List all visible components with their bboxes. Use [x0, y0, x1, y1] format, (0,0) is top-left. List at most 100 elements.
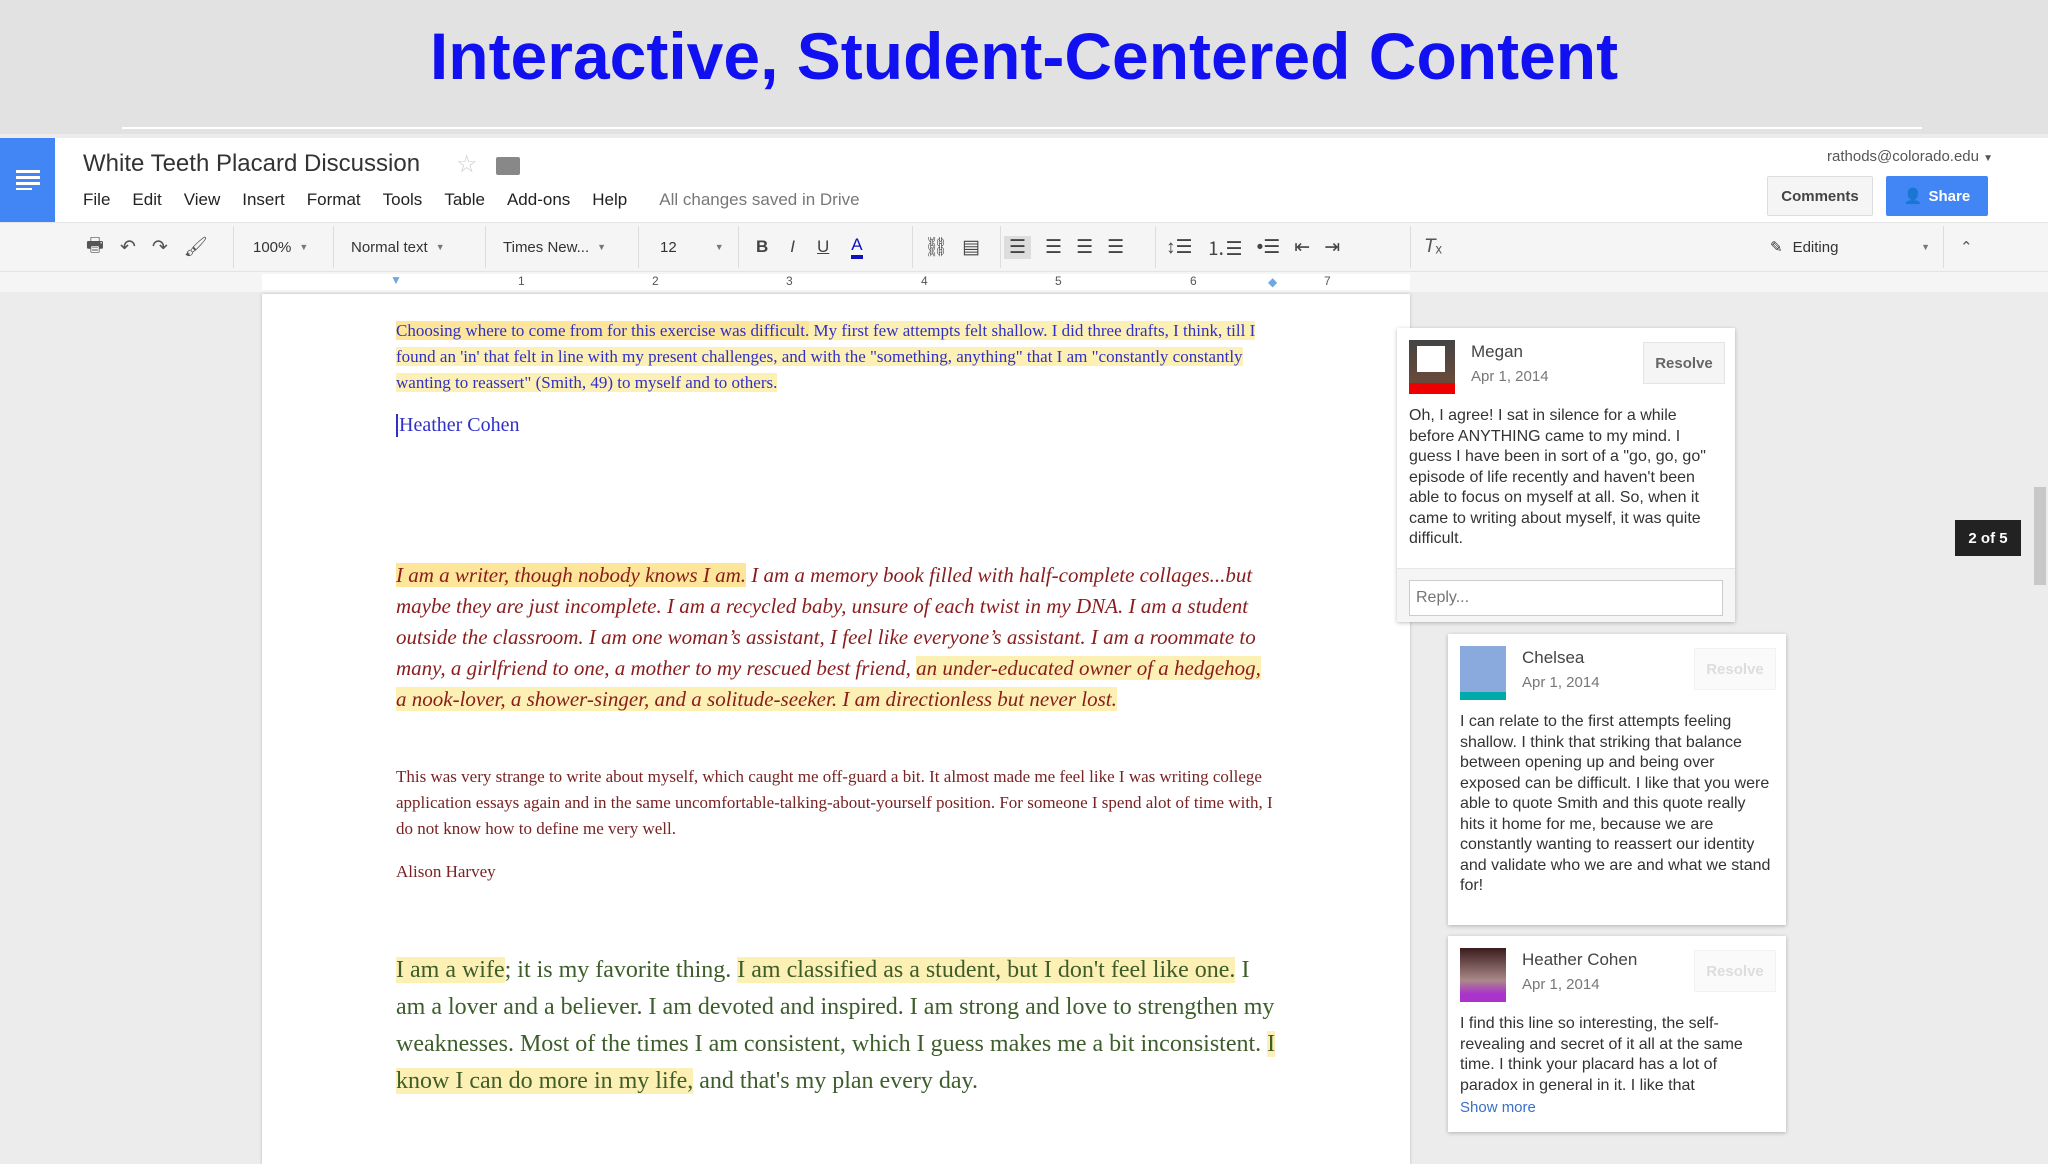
- bulleted-list-icon[interactable]: •☰: [1257, 236, 1281, 259]
- text: ; it is my favorite thing.: [504, 957, 738, 983]
- decrease-indent-icon[interactable]: ⇤: [1294, 236, 1310, 259]
- comment-date: Apr 1, 2014: [1522, 674, 1600, 691]
- divider: [122, 127, 1922, 129]
- resolve-button[interactable]: Resolve: [1694, 648, 1776, 690]
- font-select[interactable]: Times New... ▼: [503, 232, 606, 262]
- comment-author: Heather Cohen: [1522, 950, 1638, 969]
- text-color-button[interactable]: A: [851, 235, 863, 259]
- align-center-icon[interactable]: ☰: [1045, 236, 1062, 259]
- numbered-list-icon[interactable]: ⒈☰: [1207, 234, 1243, 261]
- docs-home-icon[interactable]: [0, 138, 55, 222]
- save-status[interactable]: All changes saved in Drive: [659, 190, 859, 210]
- comment-author: Megan: [1471, 342, 1523, 361]
- scrollbar-thumb[interactable]: [2034, 487, 2046, 585]
- comment-author: Chelsea: [1522, 648, 1585, 667]
- comment-card-chelsea[interactable]: Chelsea Apr 1, 2014 Resolve I can relate…: [1448, 634, 1786, 925]
- person-icon: 👤: [1903, 188, 1923, 205]
- comment-card-heather[interactable]: Heather Cohen Apr 1, 2014 Resolve I find…: [1448, 936, 1786, 1132]
- redo-icon[interactable]: ↷: [152, 236, 168, 259]
- text: and that's my plan every day.: [693, 1068, 978, 1094]
- comment-date: Apr 1, 2014: [1522, 976, 1600, 993]
- editing-mode-select[interactable]: ✎ Editing ▼: [1770, 232, 1930, 262]
- comment-icon[interactable]: ▤: [962, 236, 980, 259]
- comment-date: Apr 1, 2014: [1471, 368, 1549, 385]
- slide-title: Interactive, Student-Centered Content: [429, 19, 1619, 93]
- comment-text: I find this line so interesting, the sel…: [1460, 1015, 1743, 1094]
- link-icon[interactable]: ⛓: [924, 235, 948, 259]
- underline-button[interactable]: U: [817, 237, 829, 257]
- style-select[interactable]: Normal text ▼: [351, 232, 445, 262]
- resolve-button[interactable]: Resolve: [1643, 342, 1725, 384]
- highlighted-text[interactable]: I am a wife: [396, 957, 505, 983]
- right-indent-marker-icon[interactable]: ◆: [1268, 275, 1277, 289]
- share-button[interactable]: 👤 Share: [1886, 176, 1988, 216]
- align-right-icon[interactable]: ☰: [1076, 236, 1093, 259]
- menu-tools[interactable]: Tools: [383, 190, 423, 210]
- avatar: [1409, 340, 1455, 394]
- ruler-mark: 7: [1324, 274, 1331, 288]
- menu-help[interactable]: Help: [592, 190, 627, 210]
- comment-text: Oh, I agree! I sat in silence for a whil…: [1409, 407, 1706, 547]
- pencil-icon: ✎: [1770, 239, 1783, 256]
- bold-button[interactable]: B: [756, 237, 768, 257]
- italic-button[interactable]: I: [790, 237, 795, 257]
- chevron-down-icon: ▼: [1983, 153, 1994, 164]
- menu-view[interactable]: View: [184, 190, 221, 210]
- avatar: [1460, 646, 1506, 700]
- print-icon[interactable]: 🖶: [86, 231, 104, 263]
- increase-indent-icon[interactable]: ⇥: [1324, 236, 1340, 259]
- ruler-mark: 2: [652, 274, 659, 288]
- reply-input[interactable]: [1409, 580, 1723, 616]
- zoom-select[interactable]: 100% ▼: [253, 232, 308, 262]
- paragraph[interactable]: I am a writer, though nobody knows I am.…: [396, 560, 1276, 715]
- resolve-button[interactable]: Resolve: [1694, 950, 1776, 992]
- editing-mode-value: Editing: [1792, 238, 1839, 256]
- author-signature[interactable]: Alison Harvey: [396, 862, 496, 882]
- comments-button[interactable]: Comments: [1767, 176, 1873, 216]
- ruler-scale[interactable]: ▼ 1 2 3 4 5 6 7 ◆: [262, 273, 1410, 290]
- account-menu[interactable]: rathods@colorado.edu ▼: [1827, 148, 1993, 165]
- font-value: Times New...: [503, 238, 590, 256]
- account-email: rathods@colorado.edu: [1827, 148, 1979, 165]
- menu-addons[interactable]: Add-ons: [507, 190, 570, 210]
- paragraph[interactable]: I am a wife; it is my favorite thing. I …: [396, 952, 1276, 1100]
- highlighted-text[interactable]: I am a writer, though nobody knows I am.: [396, 563, 746, 587]
- highlighted-text[interactable]: I am classified as a student, but I don'…: [737, 957, 1236, 983]
- undo-icon[interactable]: ↶: [120, 236, 136, 259]
- menu-format[interactable]: Format: [307, 190, 361, 210]
- avatar: [1460, 948, 1506, 1002]
- align-left-icon[interactable]: ☰: [1004, 235, 1032, 259]
- paragraph[interactable]: Choosing where to come from for this exe…: [396, 318, 1256, 396]
- collapse-toolbar-icon[interactable]: ⌃: [1960, 238, 1973, 256]
- line-spacing-icon[interactable]: ↕☰: [1166, 236, 1193, 259]
- menu-table[interactable]: Table: [444, 190, 485, 210]
- highlighted-text[interactable]: Choosing where to come from for this exe…: [396, 321, 810, 340]
- font-size-value: 12: [660, 238, 677, 256]
- clear-formatting-icon[interactable]: Tₓ: [1424, 236, 1442, 258]
- ruler-mark: 1: [518, 274, 525, 288]
- menu-edit[interactable]: Edit: [132, 190, 161, 210]
- comment-counter: 2 of 5: [1955, 520, 2021, 556]
- ruler-mark: 3: [786, 274, 793, 288]
- author-signature[interactable]: Heather Cohen: [396, 414, 520, 437]
- menu-insert[interactable]: Insert: [242, 190, 285, 210]
- star-icon[interactable]: ☆: [456, 150, 478, 179]
- paragraph[interactable]: This was very strange to write about mys…: [396, 764, 1276, 842]
- paint-format-icon[interactable]: 🖌: [184, 235, 208, 259]
- menu-file[interactable]: File: [83, 190, 110, 210]
- style-value: Normal text: [351, 238, 428, 256]
- comment-card-megan[interactable]: Megan Apr 1, 2014 Resolve Oh, I agree! I…: [1397, 328, 1735, 622]
- ruler-mark: 6: [1190, 274, 1197, 288]
- menu-bar: File Edit View Insert Format Tools Table…: [83, 190, 882, 210]
- show-more-link[interactable]: Show more: [1460, 1099, 1536, 1116]
- folder-icon[interactable]: [496, 157, 520, 175]
- document-title[interactable]: White Teeth Placard Discussion: [83, 150, 420, 178]
- share-label: Share: [1928, 187, 1971, 205]
- indent-marker-icon[interactable]: ▼: [390, 273, 402, 287]
- zoom-value: 100%: [253, 238, 292, 256]
- justify-icon[interactable]: ☰: [1107, 236, 1124, 259]
- ruler-mark: 5: [1055, 274, 1062, 288]
- comment-text: I can relate to the first attempts feeli…: [1460, 713, 1771, 894]
- ruler-mark: 4: [921, 274, 928, 288]
- font-size-select[interactable]: 12 ▼: [660, 232, 724, 262]
